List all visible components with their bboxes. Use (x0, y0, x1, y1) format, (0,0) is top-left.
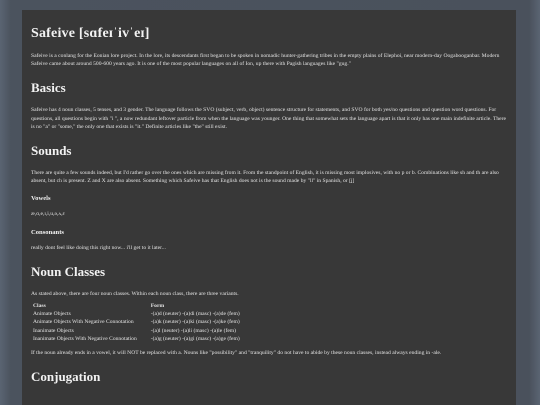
consonants-heading: Consonants (31, 228, 64, 236)
conjugation-heading: Conjugation (31, 369, 101, 385)
table-row: Animate Objects With Negative Connotatio… (33, 318, 254, 326)
page-title: Safeive [sɑfeɪˈivˈeɪ] (31, 26, 150, 41)
basics-paragraph: Safeive has 4 noun classes, 5 tenses, an… (31, 107, 506, 130)
class-cell: Animate Objects With Negative Connotatio… (33, 319, 134, 326)
vowels-list: æ,ɑ,e,ɪ,i,u,ə,ʌ,ɛ (31, 211, 65, 218)
form-cell: -(a)k (neuter) -(a)ki (masc) -(a)ke (fem… (150, 319, 240, 326)
table-row: Inanimate Objects With Negative Connotat… (33, 335, 254, 343)
class-cell: Inanimate Objects With Negative Connotat… (33, 335, 137, 342)
class-cell: Inanimate Objects (33, 327, 74, 334)
consonants-note: really dont feel like doing this right n… (31, 244, 166, 251)
table-header-row: Class Form (33, 302, 254, 310)
noun-classes-intro: As stated above, there are four noun cla… (31, 290, 239, 297)
table-row: Animate Objects -(a)d (neuter) -(a)di (m… (33, 310, 254, 318)
form-cell: -(a)d (neuter) -(a)di (masc) -(a)de (fem… (150, 311, 240, 318)
class-cell: Animate Objects (33, 311, 71, 318)
vowels-heading: Vowels (31, 195, 51, 203)
column-header-class: Class (33, 303, 46, 310)
noun-class-table: Class Form Animate Objects -(a)d (neuter… (33, 302, 254, 343)
form-cell: -(a)l (neuter) -(a)li (masc) -(a)le (fem… (150, 327, 237, 334)
document-page: Safeive [sɑfeɪˈivˈeɪ] Safeive is a conla… (22, 10, 516, 405)
basics-heading: Basics (31, 80, 66, 96)
sounds-heading: Sounds (31, 143, 72, 159)
intro-paragraph: Safeive is a conlang for the Eonian lore… (31, 53, 500, 68)
column-header-form: Form (150, 303, 165, 310)
table-row: Inanimate Objects -(a)l (neuter) -(a)li … (33, 327, 254, 335)
sounds-paragraph: There are quite a few sounds indeed, but… (31, 170, 499, 185)
form-cell: -(a)g (neuter) -(a)gi (masc) -(a)ge (fem… (150, 335, 240, 342)
noun-classes-heading: Noun Classes (31, 263, 106, 279)
noun-classes-note: If the noun already ends in a vowel, it … (31, 350, 442, 357)
